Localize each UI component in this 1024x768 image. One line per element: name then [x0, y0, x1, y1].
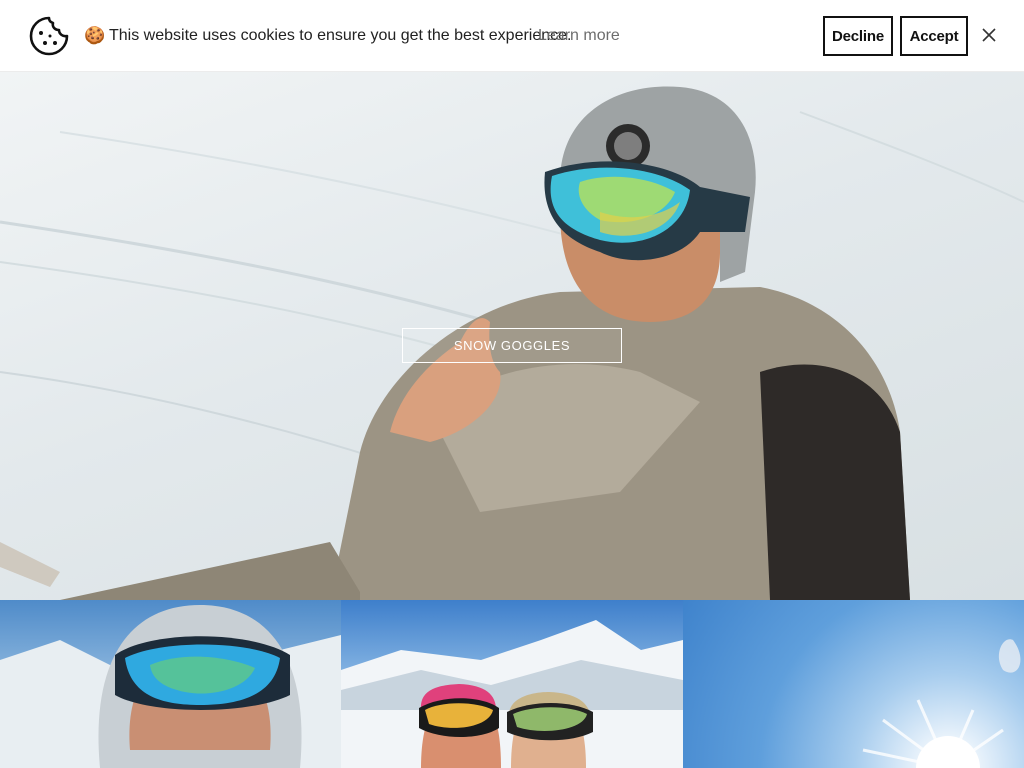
- hero-banner[interactable]: SNOW GOGGLES: [0, 72, 1024, 600]
- cookie-message: This website uses cookies to ensure you …: [109, 27, 572, 44]
- tile-sun-sky[interactable]: [683, 600, 1024, 768]
- cookie-banner: 🍪 This website uses cookies to ensure yo…: [0, 0, 1024, 72]
- category-tiles: [0, 600, 1024, 768]
- tile-image: [0, 605, 341, 768]
- cookie-emoji: 🍪: [84, 26, 106, 45]
- close-icon[interactable]: [981, 27, 997, 43]
- accept-button[interactable]: Accept: [900, 16, 968, 56]
- tile-image: [862, 639, 1021, 768]
- snow-goggles-button[interactable]: SNOW GOGGLES: [402, 328, 622, 363]
- learn-more-link[interactable]: Learn more: [538, 26, 620, 46]
- decline-button[interactable]: Decline: [823, 16, 893, 56]
- tile-image: [341, 620, 683, 768]
- cookie-icon: [29, 16, 69, 56]
- tile-two-skiers[interactable]: [341, 600, 683, 768]
- tile-skier-closeup[interactable]: [0, 600, 341, 768]
